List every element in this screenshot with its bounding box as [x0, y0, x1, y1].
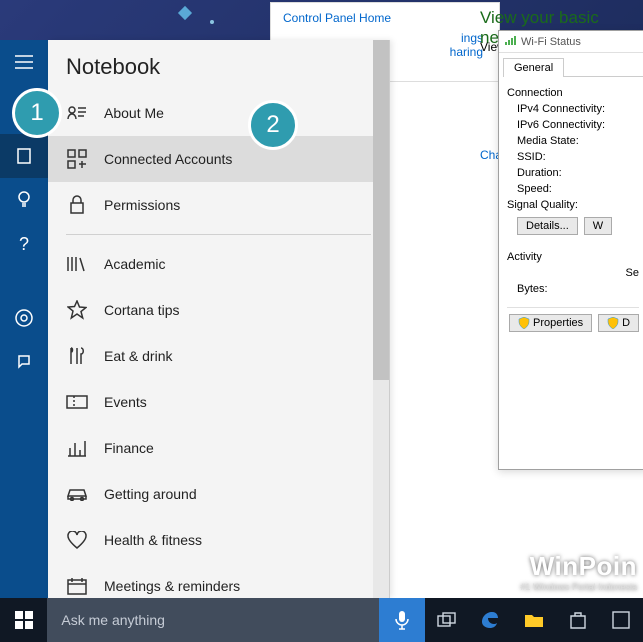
books-icon — [66, 253, 88, 275]
media-state-label: Media State: — [507, 133, 639, 149]
lock-icon — [66, 194, 88, 216]
taskbar-edge-icon[interactable] — [469, 598, 513, 642]
nb-item-label: Cortana tips — [104, 302, 179, 318]
divider — [66, 234, 371, 235]
signal-quality-label: Signal Quality: — [507, 197, 639, 213]
calendar-icon — [66, 575, 88, 597]
activity-heading: Activity — [507, 249, 639, 265]
taskbar-store-icon[interactable] — [556, 598, 600, 642]
rail-settings-icon[interactable] — [0, 296, 48, 340]
nb-item-about-me[interactable]: About Me — [48, 90, 389, 136]
panel-title: Notebook — [48, 40, 389, 90]
nb-item-health-fitness[interactable]: Health & fitness — [48, 517, 389, 563]
nb-item-label: Health & fitness — [104, 532, 202, 548]
scrollbar-thumb[interactable] — [373, 40, 389, 380]
nb-item-label: Connected Accounts — [104, 151, 232, 167]
nb-item-academic[interactable]: Academic — [48, 241, 389, 287]
nb-item-label: Meetings & reminders — [104, 578, 240, 594]
nb-item-label: Eat & drink — [104, 348, 172, 364]
scrollbar-track[interactable] — [373, 40, 389, 598]
details-button[interactable]: Details... — [517, 217, 578, 235]
nb-item-label: Getting around — [104, 486, 197, 502]
car-icon — [66, 483, 88, 505]
nb-item-eat-drink[interactable]: Eat & drink — [48, 333, 389, 379]
search-placeholder: Ask me anything — [61, 612, 165, 628]
cortana-notebook-panel: Notebook About Me Connected Accounts Per… — [48, 40, 390, 598]
nb-item-label: Permissions — [104, 197, 180, 213]
wireless-properties-button[interactable]: W — [584, 217, 612, 235]
ipv6-label: IPv6 Connectivity: — [507, 117, 639, 133]
star-icon — [66, 299, 88, 321]
nb-item-cortana-tips[interactable]: Cortana tips — [48, 287, 389, 333]
sent-label: Se — [507, 265, 639, 281]
shield-icon — [518, 317, 530, 329]
nb-item-events[interactable]: Events — [48, 379, 389, 425]
hamburger-button[interactable] — [0, 40, 48, 84]
microphone-icon — [395, 610, 409, 630]
nb-item-finance[interactable]: Finance — [48, 425, 389, 471]
duration-label: Duration: — [507, 165, 639, 181]
person-card-icon — [66, 102, 88, 124]
wifi-tabs: General — [503, 57, 643, 77]
taskbar: Ask me anything — [0, 598, 643, 642]
wifi-signal-icon — [505, 35, 517, 48]
tab-general[interactable]: General — [503, 58, 564, 77]
annotation-badge-1: 1 — [12, 88, 62, 138]
taskbar-app-icon[interactable] — [599, 598, 643, 642]
annotation-badge-2: 2 — [248, 100, 298, 150]
bytes-label: Bytes: — [507, 281, 639, 297]
windows-logo-icon — [15, 611, 33, 629]
nb-item-label: About Me — [104, 105, 164, 121]
wifi-status-window: Wi-Fi Status General Connection IPv4 Con… — [498, 30, 643, 470]
rail-help-icon[interactable]: ? — [0, 222, 48, 266]
nb-item-label: Events — [104, 394, 147, 410]
watermark-tagline: #1 Windows Portal Indonesia — [520, 582, 637, 592]
cortana-search-box[interactable]: Ask me anything — [47, 598, 379, 642]
cortana-mic-button[interactable] — [379, 598, 425, 642]
rail-feedback-icon[interactable] — [0, 340, 48, 384]
control-panel-home-link[interactable]: Control Panel Home — [283, 11, 487, 25]
nb-item-getting-around[interactable]: Getting around — [48, 471, 389, 517]
shield-icon — [607, 317, 619, 329]
connection-heading: Connection — [507, 85, 639, 101]
nb-item-connected-accounts[interactable]: Connected Accounts — [48, 136, 389, 182]
watermark: WinPoin #1 Windows Portal Indonesia — [520, 551, 637, 592]
ticket-icon — [66, 391, 88, 413]
watermark-brand: WinPoin — [520, 551, 637, 582]
disable-button[interactable]: D — [598, 314, 639, 332]
wifi-window-title: Wi-Fi Status — [499, 31, 643, 53]
chart-icon — [66, 437, 88, 459]
nb-item-label: Academic — [104, 256, 165, 272]
speed-label: Speed: — [507, 181, 639, 197]
apps-plus-icon — [66, 148, 88, 170]
rail-notebook-icon[interactable] — [0, 134, 48, 178]
heart-icon — [66, 529, 88, 551]
ipv4-label: IPv4 Connectivity: — [507, 101, 639, 117]
ssid-label: SSID: — [507, 149, 639, 165]
taskbar-taskview-icon[interactable] — [425, 598, 469, 642]
taskbar-explorer-icon[interactable] — [512, 598, 556, 642]
cutlery-icon — [66, 345, 88, 367]
nb-item-label: Finance — [104, 440, 154, 456]
rail-bulb-icon[interactable] — [0, 178, 48, 222]
properties-button[interactable]: Properties — [509, 314, 592, 332]
nb-item-permissions[interactable]: Permissions — [48, 182, 389, 228]
start-button[interactable] — [0, 598, 47, 642]
